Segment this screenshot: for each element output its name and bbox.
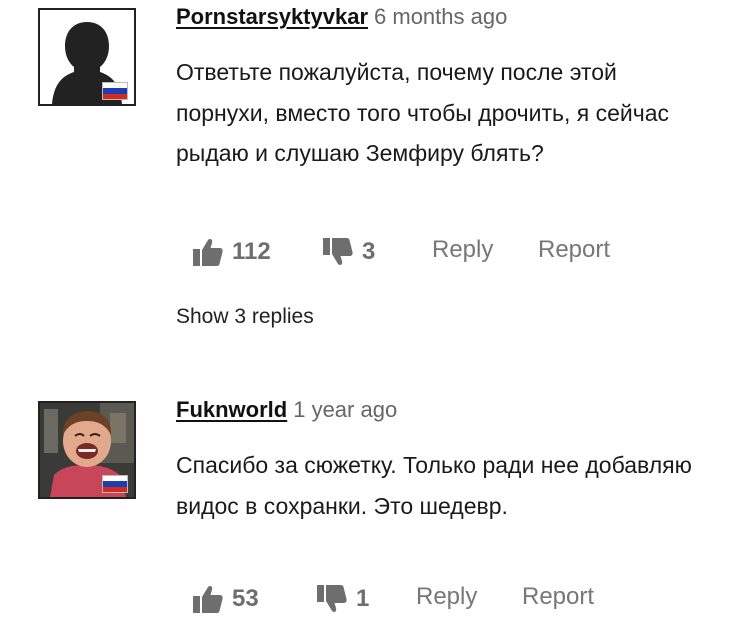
show-replies-link[interactable]: Show 3 replies xyxy=(176,305,314,329)
timestamp[interactable]: 1 year ago xyxy=(293,397,397,422)
author-line: Fuknworld 1 year ago xyxy=(176,397,397,423)
thumbs-down-icon xyxy=(317,585,347,612)
thumbs-up-icon xyxy=(193,586,223,613)
like-button[interactable]: 112 xyxy=(192,236,271,268)
comment-text: Спасибо за сюжетку. Только ради нее доба… xyxy=(176,452,692,519)
reply-button[interactable]: Reply xyxy=(416,583,477,611)
avatar[interactable] xyxy=(38,401,136,499)
author-name[interactable]: Pornstarsyktyvkar xyxy=(176,4,368,29)
avatar[interactable] xyxy=(38,8,136,106)
comment-text: Ответьте пожалуйста, почему после этой п… xyxy=(176,59,670,166)
like-count: 53 xyxy=(232,585,259,612)
thumbs-up-icon xyxy=(193,239,223,266)
dislike-button[interactable]: 1 xyxy=(316,583,369,615)
russia-flag-icon xyxy=(102,475,128,493)
like-count: 112 xyxy=(232,238,271,265)
author-line: Pornstarsyktyvkar 6 months ago xyxy=(176,4,507,30)
russia-flag-icon xyxy=(102,82,128,100)
like-button[interactable]: 53 xyxy=(192,583,259,615)
dislike-count: 3 xyxy=(362,238,376,265)
author-name[interactable]: Fuknworld xyxy=(176,397,287,422)
dislike-count: 1 xyxy=(356,585,370,612)
comment: Fuknworld 1 year ago Спасибо за сюжетку. … xyxy=(0,393,730,641)
reply-button[interactable]: Reply xyxy=(432,236,493,264)
report-button[interactable]: Report xyxy=(538,236,610,264)
dislike-button[interactable]: 3 xyxy=(322,236,375,268)
report-button[interactable]: Report xyxy=(522,583,594,611)
comment: Pornstarsyktyvkar 6 months ago Ответьте п… xyxy=(0,0,730,350)
thumbs-down-icon xyxy=(323,238,353,265)
timestamp[interactable]: 6 months ago xyxy=(374,4,507,29)
